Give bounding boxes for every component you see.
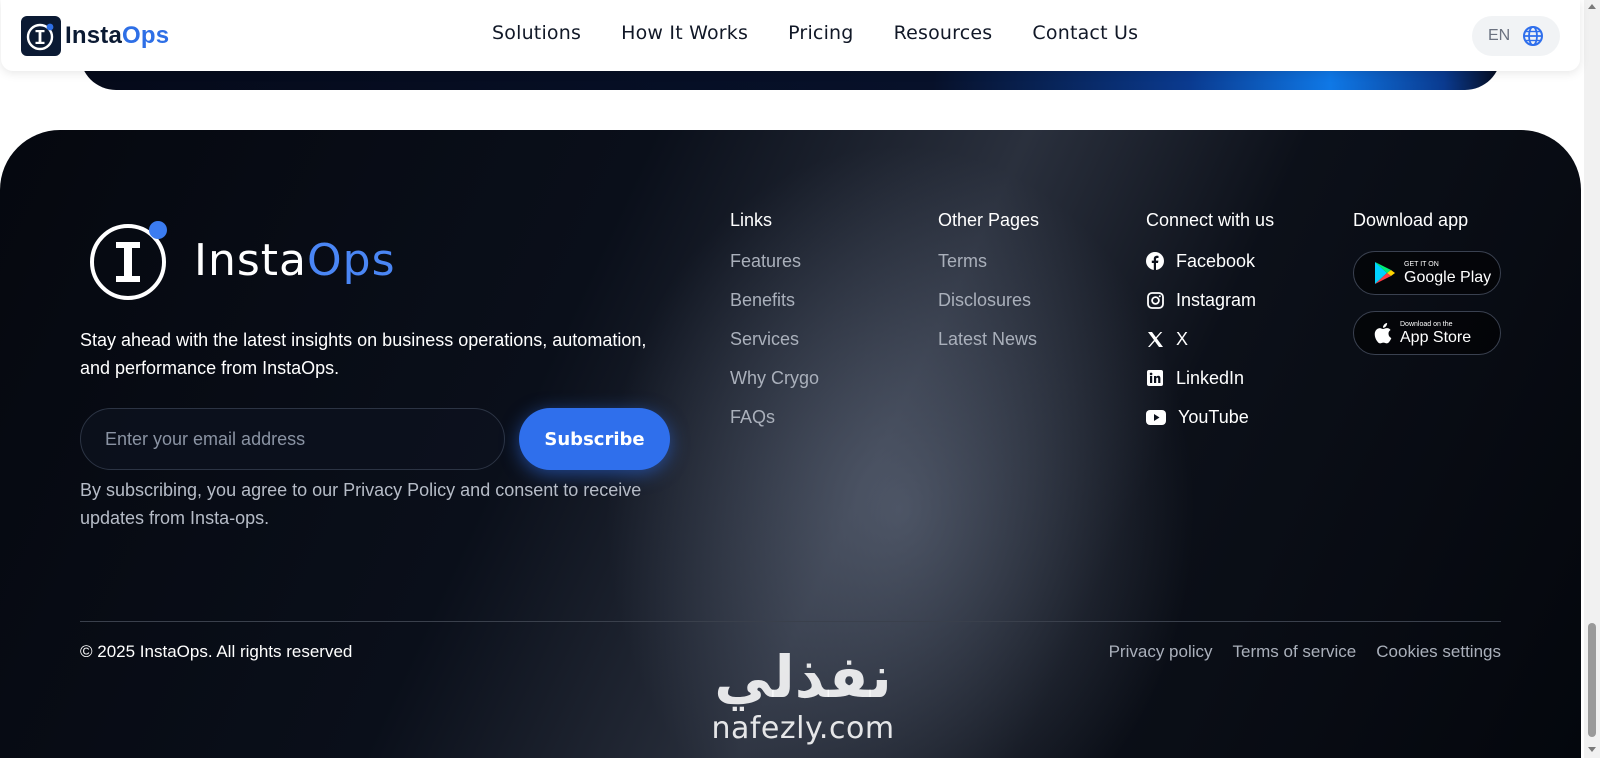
social-label: Facebook bbox=[1176, 250, 1256, 271]
link-terms[interactable]: Terms bbox=[938, 251, 1039, 271]
scroll-down-arrow-icon[interactable] bbox=[1588, 747, 1596, 752]
nav-pricing[interactable]: Pricing bbox=[788, 22, 853, 44]
globe-icon bbox=[1523, 26, 1544, 46]
link-services[interactable]: Services bbox=[730, 329, 819, 349]
social-x[interactable]: X bbox=[1146, 329, 1274, 349]
nav-contact-us[interactable]: Contact Us bbox=[1032, 22, 1138, 44]
top-navbar: InstaOps Solutions How It Works Pricing … bbox=[1, 0, 1580, 71]
download-heading: Download app bbox=[1353, 210, 1469, 230]
social-linkedin[interactable]: LinkedIn bbox=[1146, 368, 1274, 388]
links-heading: Links bbox=[730, 210, 773, 230]
copyright-text: © 2025 InstaOps. All rights reserved bbox=[80, 642, 353, 661]
connect-heading: Connect with us bbox=[1146, 210, 1275, 230]
scroll-thumb[interactable] bbox=[1588, 623, 1596, 737]
social-instagram[interactable]: Instagram bbox=[1146, 290, 1274, 310]
link-features[interactable]: Features bbox=[730, 251, 819, 271]
footer-logo[interactable]: InstaOps bbox=[88, 216, 396, 304]
site-footer: InstaOps Stay ahead with the latest insi… bbox=[0, 130, 1581, 758]
apple-icon bbox=[1374, 323, 1392, 344]
page-scrollbar[interactable] bbox=[1584, 0, 1600, 758]
nafezly-watermark: نفذلي nafezly.com bbox=[703, 642, 903, 758]
subscribe-button[interactable]: Subscribe bbox=[519, 408, 670, 470]
social-facebook[interactable]: Facebook bbox=[1146, 251, 1274, 271]
scroll-up-arrow-icon[interactable] bbox=[1588, 4, 1596, 9]
nav-how-it-works[interactable]: How It Works bbox=[621, 22, 748, 44]
link-latest-news[interactable]: Latest News bbox=[938, 329, 1039, 349]
x-icon bbox=[1146, 330, 1164, 348]
link-disclosures[interactable]: Disclosures bbox=[938, 290, 1039, 310]
google-play-big: Google Play bbox=[1404, 268, 1492, 286]
social-label: YouTube bbox=[1178, 406, 1249, 427]
brand-logo[interactable]: InstaOps bbox=[21, 16, 169, 56]
social-label: Instagram bbox=[1176, 289, 1257, 310]
link-why-crygo[interactable]: Why Crygo bbox=[730, 368, 819, 388]
nav-solutions[interactable]: Solutions bbox=[492, 22, 581, 44]
footer-other-pages-column: Other Pages Terms Disclosures Latest New… bbox=[938, 210, 1039, 368]
watermark-arabic: نفذلي bbox=[714, 643, 892, 711]
link-benefits[interactable]: Benefits bbox=[730, 290, 819, 310]
app-store-badge[interactable]: Download on the App Store bbox=[1353, 311, 1501, 355]
social-label: X bbox=[1176, 328, 1189, 349]
main-nav: Solutions How It Works Pricing Resources… bbox=[492, 22, 1178, 44]
footer-divider bbox=[80, 621, 1501, 622]
youtube-icon bbox=[1146, 408, 1166, 426]
brand-name: InstaOps bbox=[65, 22, 170, 49]
app-store-big: App Store bbox=[1400, 328, 1472, 346]
footer-brand-name: InstaOps bbox=[194, 234, 396, 286]
language-switcher[interactable]: EN bbox=[1472, 16, 1560, 56]
link-privacy-policy[interactable]: Privacy policy bbox=[1109, 642, 1213, 662]
newsletter-tagline: Stay ahead with the latest insights on b… bbox=[80, 330, 647, 378]
legal-links: Privacy policy Terms of service Cookies … bbox=[1089, 642, 1501, 662]
watermark-latin: nafezly.com bbox=[711, 711, 895, 746]
language-code: EN bbox=[1488, 27, 1511, 44]
google-play-small: GET IT ON bbox=[1404, 260, 1439, 268]
social-youtube[interactable]: YouTube bbox=[1146, 407, 1274, 427]
nav-resources[interactable]: Resources bbox=[894, 22, 993, 44]
footer-links-column: Links Features Benefits Services Why Cry… bbox=[730, 210, 819, 446]
link-terms-of-service[interactable]: Terms of service bbox=[1233, 642, 1357, 662]
app-store-small: Download on the bbox=[1400, 320, 1453, 328]
footer-download-column: Download app GET IT ON Google Play Downl… bbox=[1353, 210, 1501, 371]
other-pages-heading: Other Pages bbox=[938, 210, 1040, 230]
email-field[interactable] bbox=[80, 408, 505, 470]
instaops-logo-icon bbox=[90, 221, 167, 300]
linkedin-icon bbox=[1146, 369, 1164, 387]
instaops-logo-icon bbox=[21, 16, 61, 56]
facebook-icon bbox=[1146, 252, 1164, 270]
subscribe-consent-text: By subscribing, you agree to our Privacy… bbox=[80, 480, 642, 528]
google-play-icon bbox=[1375, 262, 1395, 284]
social-label: LinkedIn bbox=[1176, 367, 1245, 388]
instagram-icon bbox=[1146, 291, 1164, 309]
google-play-badge[interactable]: GET IT ON Google Play bbox=[1353, 251, 1501, 295]
link-faqs[interactable]: FAQs bbox=[730, 407, 819, 427]
footer-social-column: Connect with us Facebook Instagram X Lin… bbox=[1146, 210, 1274, 446]
link-cookies-settings[interactable]: Cookies settings bbox=[1376, 642, 1501, 662]
